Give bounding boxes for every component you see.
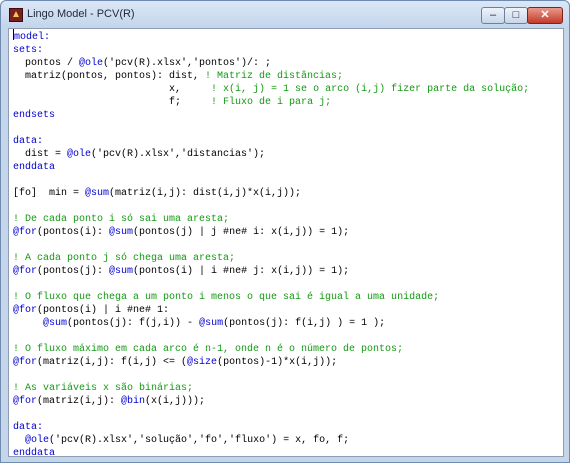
code-keyword: @sum [109,227,134,238]
code-keyword: @sum [109,266,134,277]
code-line: ! O fluxo que chega a um ponto i menos o… [13,291,563,304]
code-keyword: @for [13,357,38,368]
code-comment: ! O fluxo máximo em cada arco é n-1, ond… [13,344,404,355]
code-keyword: @for [13,305,38,316]
code-comment: ! Matriz de distâncias; [205,71,344,82]
code-keyword: @for [13,396,38,407]
code-line: matriz(pontos, pontos): dist, ! Matriz d… [13,70,563,83]
code-token: [fo] min = [13,188,86,199]
lingo-model-window: Lingo Model - PCV(R) – □ ✕ model: sets: p… [0,0,570,463]
code-comment: ! x(i, j) = 1 se o arco (i,j) fizer part… [211,84,530,95]
code-editor[interactable]: model: sets: pontos / @ole('pcv(R).xlsx',… [8,28,564,457]
window-title: Lingo Model - PCV(R) [27,8,135,20]
code-token: ('pcv(R).xlsx','distancias'); [91,149,266,160]
code-token: (pontos(j) | j #ne# i: x(i,j)) = 1); [133,227,350,238]
code-line: enddata [13,447,563,457]
code-line: pontos / @ole('pcv(R).xlsx','pontos')/: … [13,57,563,70]
code-line: ! O fluxo máximo em cada arco é n-1, ond… [13,343,563,356]
code-comment: ! As variáveis x são binárias; [13,383,194,394]
code-token: (matriz(i,j): dist(i,j)*x(i,j)); [109,188,302,199]
code-line: model: [13,29,563,44]
code-line: sets: [13,44,563,57]
code-keyword: @bin [121,396,146,407]
code-keyword: enddata [13,162,56,173]
code-comment: ! O fluxo que chega a um ponto i menos o… [13,292,440,303]
code-line: f; ! Fluxo de i para j; [13,96,563,109]
code-keyword: @ole [67,149,92,160]
code-token: (pontos(j): f(j,i)) - [67,318,200,329]
code-keyword: @for [13,266,38,277]
code-token: (pontos(j): f(i,j) ) = 1 ); [223,318,386,329]
maximize-button[interactable]: □ [504,7,528,24]
code-keyword: @ole [25,435,50,446]
close-button[interactable]: ✕ [527,7,563,24]
code-token: f; [13,97,212,108]
code-token: (pontos)-1)*x(i,j)); [217,357,338,368]
code-keyword: enddata [13,448,56,457]
code-token: (pontos(i) | i #ne# j: x(i,j)) = 1); [133,266,350,277]
title-bar[interactable]: Lingo Model - PCV(R) – □ ✕ [1,1,569,28]
code-comment: ! A cada ponto j só chega uma aresta; [13,253,236,264]
code-line: @for(matriz(i,j): f(i,j) <= (@size(ponto… [13,356,563,369]
code-line: @for(matriz(i,j): @bin(x(i,j))); [13,395,563,408]
code-token: ('pcv(R).xlsx','solução','fo','fluxo') =… [49,435,350,446]
code-keyword: data: [13,422,44,433]
code-token: (pontos(j): [37,266,110,277]
code-keyword: @ole [79,58,104,69]
code-keyword: model: [14,32,51,43]
code-line: @sum(pontos(j): f(j,i)) - @sum(pontos(j)… [13,317,563,330]
code-line: data: [13,421,563,434]
code-line: enddata [13,161,563,174]
code-line: endsets [13,109,563,122]
code-line: ! As variáveis x são binárias; [13,382,563,395]
code-keyword: @sum [43,318,68,329]
code-line: ! A cada ponto j só chega uma aresta; [13,252,563,265]
code-keyword: @size [187,357,218,368]
minimize-button[interactable]: – [481,7,505,24]
code-line: @for(pontos(j): @sum(pontos(i) | i #ne# … [13,265,563,278]
code-token: matriz(pontos, pontos): dist, [13,71,206,82]
code-token: dist = [13,149,68,160]
code-line: @ole('pcv(R).xlsx','solução','fo','fluxo… [13,434,563,447]
code-line: ! De cada ponto i só sai uma aresta; [13,213,563,226]
code-token: (pontos(i): [37,227,110,238]
code-keyword: @for [13,227,38,238]
code-comment: ! Fluxo de i para j; [211,97,332,108]
code-line: data: [13,135,563,148]
code-line: dist = @ole('pcv(R).xlsx','distancias'); [13,148,563,161]
code-keyword: data: [13,136,44,147]
code-token: (pontos(i) | i #ne# 1: [37,305,170,316]
code-token: pontos / [13,58,80,69]
code-token: x, [13,84,212,95]
code-text-area[interactable]: model: sets: pontos / @ole('pcv(R).xlsx',… [9,29,563,457]
code-token: (matriz(i,j): f(i,j) <= ( [37,357,188,368]
code-keyword: endsets [13,110,56,121]
code-token: (x(i,j))); [145,396,206,407]
code-keyword: sets: [13,45,44,56]
code-line: [fo] min = @sum(matriz(i,j): dist(i,j)*x… [13,187,563,200]
code-line: @for(pontos(i): @sum(pontos(j) | j #ne# … [13,226,563,239]
code-line: x, ! x(i, j) = 1 se o arco (i,j) fizer p… [13,83,563,96]
code-token: ('pcv(R).xlsx','pontos')/: ; [103,58,272,69]
code-keyword: @sum [199,318,224,329]
code-token: (matriz(i,j): [37,396,122,407]
lingo-app-icon [9,8,23,22]
code-comment: ! De cada ponto i só sai uma aresta; [13,214,230,225]
code-keyword: @sum [85,188,110,199]
code-line: @for(pontos(i) | i #ne# 1: [13,304,563,317]
